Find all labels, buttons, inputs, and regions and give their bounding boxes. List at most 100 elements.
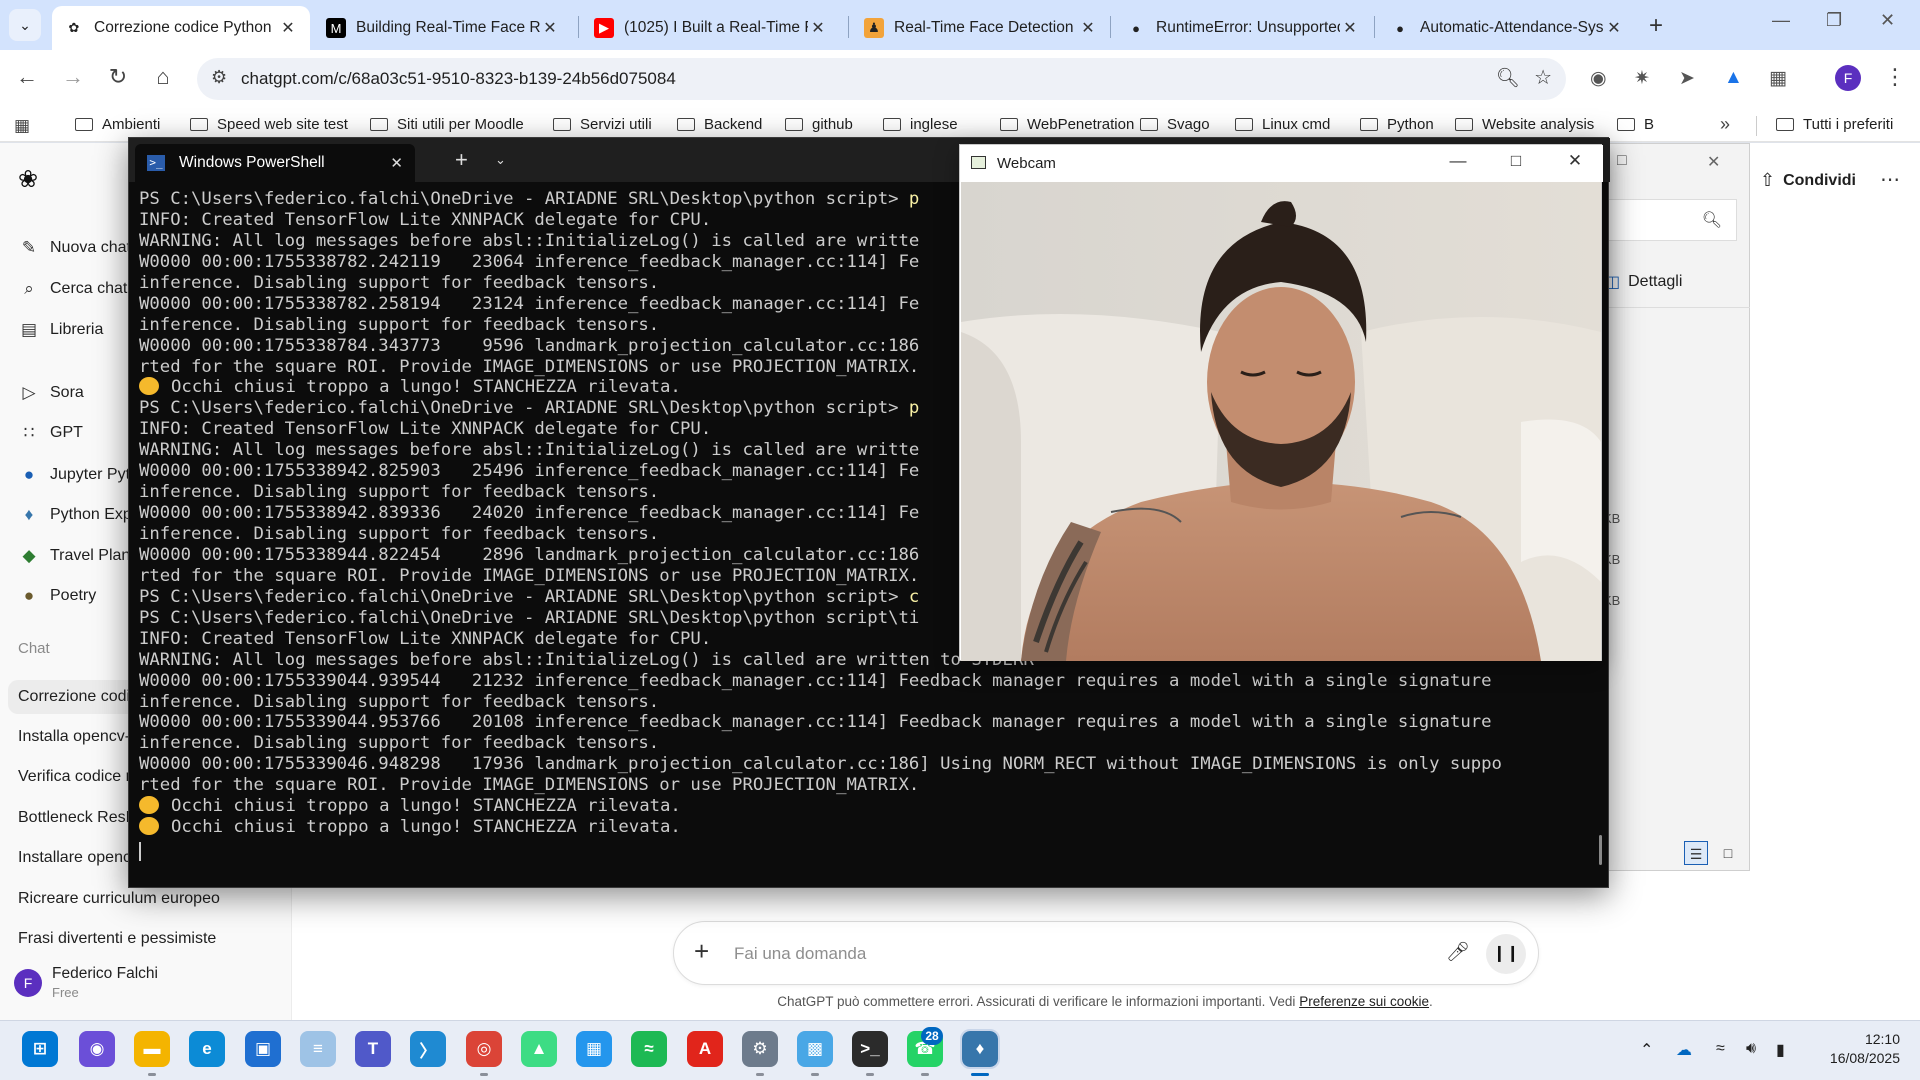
restore-icon[interactable]: ❐ bbox=[1826, 10, 1842, 31]
store-icon[interactable]: ▣ bbox=[245, 1031, 281, 1067]
sidebar-chat-item[interactable]: Frasi divertenti e pessimiste bbox=[18, 930, 216, 948]
bookmark-folder[interactable]: Svago bbox=[1140, 116, 1210, 133]
bookmark-star-icon[interactable]: ☆ bbox=[1534, 65, 1552, 90]
chrome-icon[interactable]: ◎ bbox=[466, 1031, 502, 1067]
sidebar-chat-item[interactable]: Bottleneck ResN bbox=[18, 809, 137, 827]
notepad-icon[interactable]: ≡ bbox=[300, 1031, 336, 1067]
volume-icon[interactable]: 🔊︎ bbox=[1746, 1040, 1756, 1058]
details-button[interactable]: ◫ Dettagli bbox=[1605, 272, 1682, 292]
browser-tab[interactable]: M Building Real-Time Face Re ✕ bbox=[314, 6, 572, 50]
message-composer[interactable]: + Fai una domanda 🎤︎ ❙❙ bbox=[673, 921, 1539, 985]
teams-icon[interactable]: T bbox=[355, 1031, 391, 1067]
browser-tab[interactable]: ♟ Real-Time Face Detection & ✕ bbox=[852, 6, 1110, 50]
conversation-menu-icon[interactable]: ⋯ bbox=[1880, 167, 1901, 192]
maximize-icon[interactable]: □ bbox=[1501, 151, 1531, 171]
bookmark-folder[interactable]: Backend bbox=[677, 116, 762, 133]
close-icon[interactable]: ✕ bbox=[1340, 18, 1360, 38]
sidebar-chat-item[interactable]: Installa opencv- bbox=[18, 728, 130, 746]
maximize-icon[interactable]: □ bbox=[1617, 152, 1627, 170]
cookie-preferences-link[interactable]: Preferenze sui cookie bbox=[1299, 994, 1429, 1009]
back-icon[interactable]: ← bbox=[12, 64, 42, 90]
copilot-icon[interactable]: ◉ bbox=[79, 1031, 115, 1067]
zoom-icon[interactable]: 🔍︎ bbox=[1496, 66, 1520, 90]
minimize-icon[interactable]: — bbox=[1772, 10, 1790, 31]
new-tab-button[interactable]: + bbox=[1649, 12, 1663, 40]
extension-bug-icon[interactable]: ✷ bbox=[1634, 67, 1650, 90]
new-tab-button[interactable]: + bbox=[455, 147, 468, 173]
powershell-tab[interactable]: >_ Windows PowerShell ✕ bbox=[135, 144, 415, 182]
bookmark-folder[interactable]: inglese bbox=[883, 116, 958, 133]
close-icon[interactable]: ✕ bbox=[808, 18, 828, 38]
bookmark-folder[interactable]: github bbox=[785, 116, 853, 133]
vscode-icon[interactable]: 〉 bbox=[410, 1031, 446, 1067]
sidebar-chat-item[interactable]: Ricreare curriculum europeo bbox=[18, 890, 220, 908]
close-icon[interactable]: ✕ bbox=[1560, 151, 1590, 171]
reload-icon[interactable]: ↻ bbox=[103, 64, 133, 90]
sidebar-nav-item[interactable]: ▤ Libreria bbox=[18, 320, 103, 340]
all-bookmarks[interactable]: Tutti i preferiti bbox=[1776, 116, 1893, 133]
extensions-puzzle-icon[interactable]: ▦ bbox=[1769, 67, 1787, 90]
home-icon[interactable]: ⌂ bbox=[148, 64, 178, 90]
extension-arrow-icon[interactable]: ➤ bbox=[1679, 67, 1695, 90]
url-text[interactable]: chatgpt.com/c/68a03c51-9510-8323-b139-24… bbox=[241, 69, 676, 89]
file-explorer-icon[interactable]: ▬ bbox=[134, 1031, 170, 1067]
webcam-titlebar[interactable]: Webcam — □ ✕ bbox=[960, 145, 1603, 182]
site-info-icon[interactable]: ⚙ bbox=[211, 67, 227, 88]
close-icon[interactable]: ✕ bbox=[1707, 152, 1720, 172]
start-icon[interactable]: ⊞ bbox=[22, 1031, 58, 1067]
openai-logo-icon[interactable]: ❀ bbox=[18, 165, 38, 194]
battery-icon[interactable]: ▮ bbox=[1776, 1040, 1785, 1060]
bookmark-folder[interactable]: B bbox=[1617, 116, 1654, 133]
bookmark-folder[interactable]: Ambienti bbox=[75, 116, 160, 133]
acrobat-icon[interactable]: A bbox=[687, 1031, 723, 1067]
microphone-icon[interactable]: 🎤︎ bbox=[1446, 940, 1470, 964]
bookmark-folder[interactable]: Website analysis bbox=[1455, 116, 1594, 133]
close-icon[interactable]: ✕ bbox=[1604, 18, 1624, 38]
close-icon[interactable]: ✕ bbox=[540, 18, 560, 38]
spotify-icon[interactable]: ≈ bbox=[631, 1031, 667, 1067]
minimize-icon[interactable]: — bbox=[1443, 151, 1473, 171]
extension-rss-icon[interactable]: ◉ bbox=[1590, 67, 1607, 90]
tray-overflow-icon[interactable]: ⌃ bbox=[1640, 1040, 1653, 1060]
android-studio-icon[interactable]: ▲ bbox=[521, 1031, 557, 1067]
sidebar-chat-item[interactable]: Verifica codice r bbox=[18, 768, 131, 786]
python-idle-icon[interactable]: ♦ bbox=[960, 1029, 1000, 1069]
details-view-icon[interactable]: ☰ bbox=[1684, 841, 1708, 865]
webcam-window[interactable]: Webcam — □ ✕ bbox=[959, 144, 1603, 661]
terminal-icon[interactable]: >_ bbox=[852, 1031, 888, 1067]
chevron-down-icon[interactable]: ⌄ bbox=[495, 152, 506, 168]
apps-grid-icon[interactable]: ▦ bbox=[14, 116, 30, 136]
sidebar-chat-item[interactable]: Installare openc bbox=[18, 849, 131, 867]
address-bar[interactable]: ⚙ chatgpt.com/c/68a03c51-9510-8323-b139-… bbox=[197, 58, 1566, 100]
browser-tab[interactable]: ● RuntimeError: Unsupported ✕ bbox=[1114, 6, 1372, 50]
edge-icon[interactable]: e bbox=[189, 1031, 225, 1067]
settings-icon[interactable]: ⚙ bbox=[742, 1031, 778, 1067]
sidebar-gpt-item[interactable]: ● Poetry bbox=[18, 586, 96, 606]
extension-pin-icon[interactable]: ▲ bbox=[1724, 67, 1743, 89]
close-icon[interactable]: ✕ bbox=[1880, 10, 1895, 31]
close-icon[interactable]: ✕ bbox=[278, 18, 298, 38]
share-button[interactable]: ⇧ Condividi bbox=[1760, 170, 1856, 191]
wifi-icon[interactable]: ≈ bbox=[1716, 1040, 1725, 1058]
bookmark-folder[interactable]: Siti utili per Moodle bbox=[370, 116, 524, 133]
bookmark-folder[interactable]: Speed web site test bbox=[190, 116, 348, 133]
attach-plus-icon[interactable]: + bbox=[694, 936, 709, 967]
voice-mode-icon[interactable]: ❙❙ bbox=[1486, 934, 1526, 974]
tab-search-button[interactable]: ⌄ bbox=[9, 9, 41, 41]
bookmark-folder[interactable]: WebPenetration bbox=[1000, 116, 1134, 133]
scrollbar[interactable] bbox=[1599, 835, 1602, 865]
browser-tab[interactable]: ▶ (1025) I Built a Real-Time F ✕ bbox=[582, 6, 840, 50]
onedrive-icon[interactable]: ☁ bbox=[1676, 1040, 1692, 1060]
bookmark-folder[interactable]: Linux cmd bbox=[1235, 116, 1330, 133]
sidebar-gpt-item[interactable]: ∷ GPT bbox=[18, 423, 83, 443]
browser-tab[interactable]: ● Automatic-Attendance-Sys ✕ bbox=[1378, 6, 1636, 50]
composer-placeholder[interactable]: Fai una domanda bbox=[734, 944, 866, 964]
close-icon[interactable]: ✕ bbox=[1078, 18, 1098, 38]
sidebar-gpt-item[interactable]: ♦ Python Expe bbox=[18, 505, 141, 525]
close-tab-icon[interactable]: ✕ bbox=[390, 154, 403, 172]
bookmark-folder[interactable]: Python bbox=[1360, 116, 1434, 133]
sidebar-nav-item[interactable]: ✎ Nuova chat bbox=[18, 238, 131, 258]
profile-avatar[interactable]: F bbox=[1835, 65, 1861, 91]
sidebar-gpt-item[interactable]: ▷ Sora bbox=[18, 383, 83, 403]
bookmark-folder[interactable]: Servizi utili bbox=[553, 116, 652, 133]
